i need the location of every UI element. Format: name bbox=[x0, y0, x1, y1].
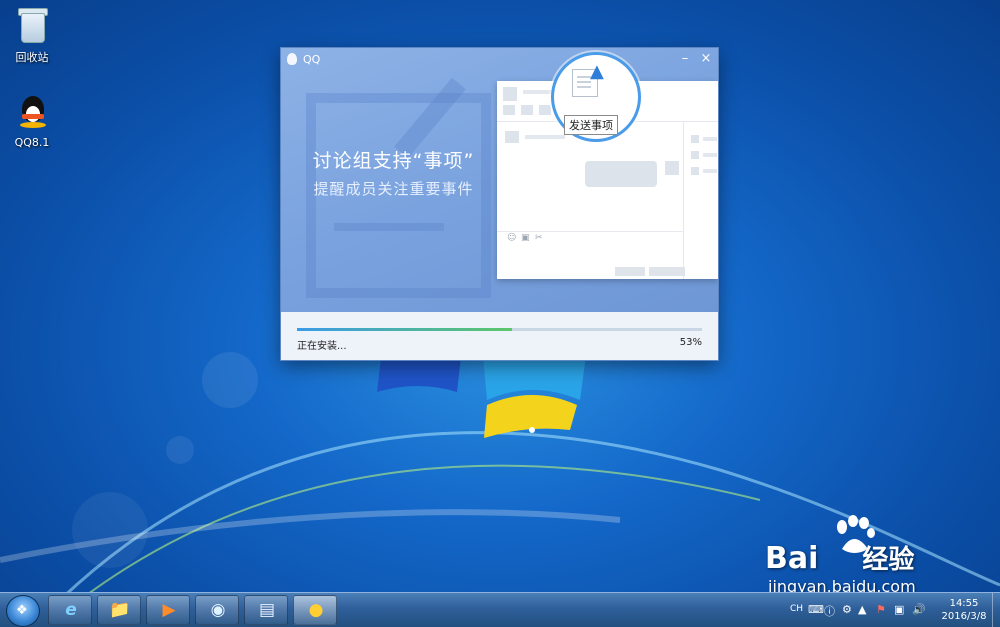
scissors-icon: ✂ bbox=[535, 233, 543, 243]
taskbar-internet-explorer[interactable]: e bbox=[48, 595, 92, 625]
qq-installer-window: QQ – × 讨论组支持“事项” 提醒成员关注重要事件 ☺ ▣ ✂ ▲ 发送事项… bbox=[281, 48, 718, 360]
install-percent-text: 53% bbox=[679, 337, 702, 348]
close-button[interactable]: × bbox=[696, 50, 716, 68]
media-player-icon: ▶ bbox=[162, 600, 176, 620]
installer-banner: QQ – × 讨论组支持“事项” 提醒成员关注重要事件 ☺ ▣ ✂ ▲ 发送事项 bbox=[281, 48, 718, 312]
volume-icon[interactable]: 🔊 bbox=[912, 603, 926, 616]
notepad-icon: ▤ bbox=[258, 600, 276, 620]
internet-explorer-icon: e bbox=[65, 600, 77, 620]
window-title: QQ bbox=[303, 53, 321, 66]
install-progress-panel: 正在安装... 53% bbox=[281, 312, 718, 360]
settings-icon[interactable]: ⚙ bbox=[842, 603, 852, 616]
qq-logo-icon bbox=[287, 53, 297, 65]
action-center-flag-icon[interactable]: ⚑ bbox=[876, 603, 886, 616]
start-button[interactable]: ❖ bbox=[6, 595, 40, 627]
baidu-jingyan-watermark: Bai 经验 jingyan.baidu.com bbox=[765, 515, 965, 596]
progress-bar bbox=[297, 328, 702, 331]
minimize-button[interactable]: – bbox=[675, 50, 695, 68]
recycle-bin-icon bbox=[12, 5, 52, 45]
send-item-tooltip: 发送事项 bbox=[564, 115, 618, 135]
watermark-brand-suffix: 经验 bbox=[862, 545, 915, 575]
feature-headline: 讨论组支持“事项” bbox=[312, 150, 475, 172]
desktop-icon-label: 回收站 bbox=[15, 51, 49, 64]
qq-desktop-icon[interactable]: QQ8.1 bbox=[0, 92, 64, 149]
watermark-brand-text: Bai 经验 bbox=[765, 539, 914, 576]
feature-subline: 提醒成员关注重要事件 bbox=[313, 180, 474, 198]
keyboard-icon[interactable]: ⌨ bbox=[808, 603, 824, 616]
help-icon[interactable]: ⓘ bbox=[824, 603, 835, 619]
clock[interactable]: 14:55 2016/3/8 bbox=[934, 597, 994, 623]
image-icon: ▣ bbox=[521, 233, 530, 243]
desktop-icon-label: QQ8.1 bbox=[14, 136, 50, 149]
taskbar-notepad[interactable]: ▤ bbox=[244, 595, 288, 625]
pushpin-icon: ▲ bbox=[590, 61, 604, 82]
taskbar-qq-installer[interactable]: ● bbox=[293, 595, 337, 625]
qq-penguin-icon bbox=[12, 92, 52, 132]
network-icon[interactable]: ▣ bbox=[894, 603, 904, 616]
taskbar-file-explorer[interactable]: 📁 bbox=[97, 595, 141, 625]
title-bar[interactable]: QQ – × bbox=[281, 48, 718, 72]
qq-installer-icon: ● bbox=[308, 600, 324, 620]
windows-flag-icon: ❖ bbox=[16, 603, 28, 618]
show-hidden-icons-icon[interactable]: ▲ bbox=[858, 603, 866, 616]
taskbar-media-player[interactable]: ▶ bbox=[146, 595, 190, 625]
taskbar-video-app[interactable]: ◉ bbox=[195, 595, 239, 625]
taskbar: ❖ e 📁 ▶ ◉ ▤ ● CH ⌨ ⓘ ⚙ ▲ ⚑ ▣ 🔊 14:55 201… bbox=[0, 592, 1000, 627]
emoji-icon: ☺ bbox=[507, 233, 517, 243]
install-status-text: 正在安装... bbox=[297, 341, 347, 352]
language-indicator[interactable]: CH bbox=[790, 604, 803, 614]
clock-date: 2016/3/8 bbox=[941, 611, 987, 622]
show-desktop-button[interactable] bbox=[992, 593, 1000, 627]
clock-time: 14:55 bbox=[949, 598, 979, 609]
watermark-brand: Bai bbox=[765, 541, 819, 576]
progress-bar-fill bbox=[297, 328, 512, 331]
pin-feature-callout: ▲ 发送事项 bbox=[551, 52, 641, 142]
file-explorer-icon: 📁 bbox=[109, 600, 131, 620]
video-app-icon: ◉ bbox=[210, 600, 226, 620]
recycle-bin-desktop-icon[interactable]: 回收站 bbox=[0, 5, 64, 65]
